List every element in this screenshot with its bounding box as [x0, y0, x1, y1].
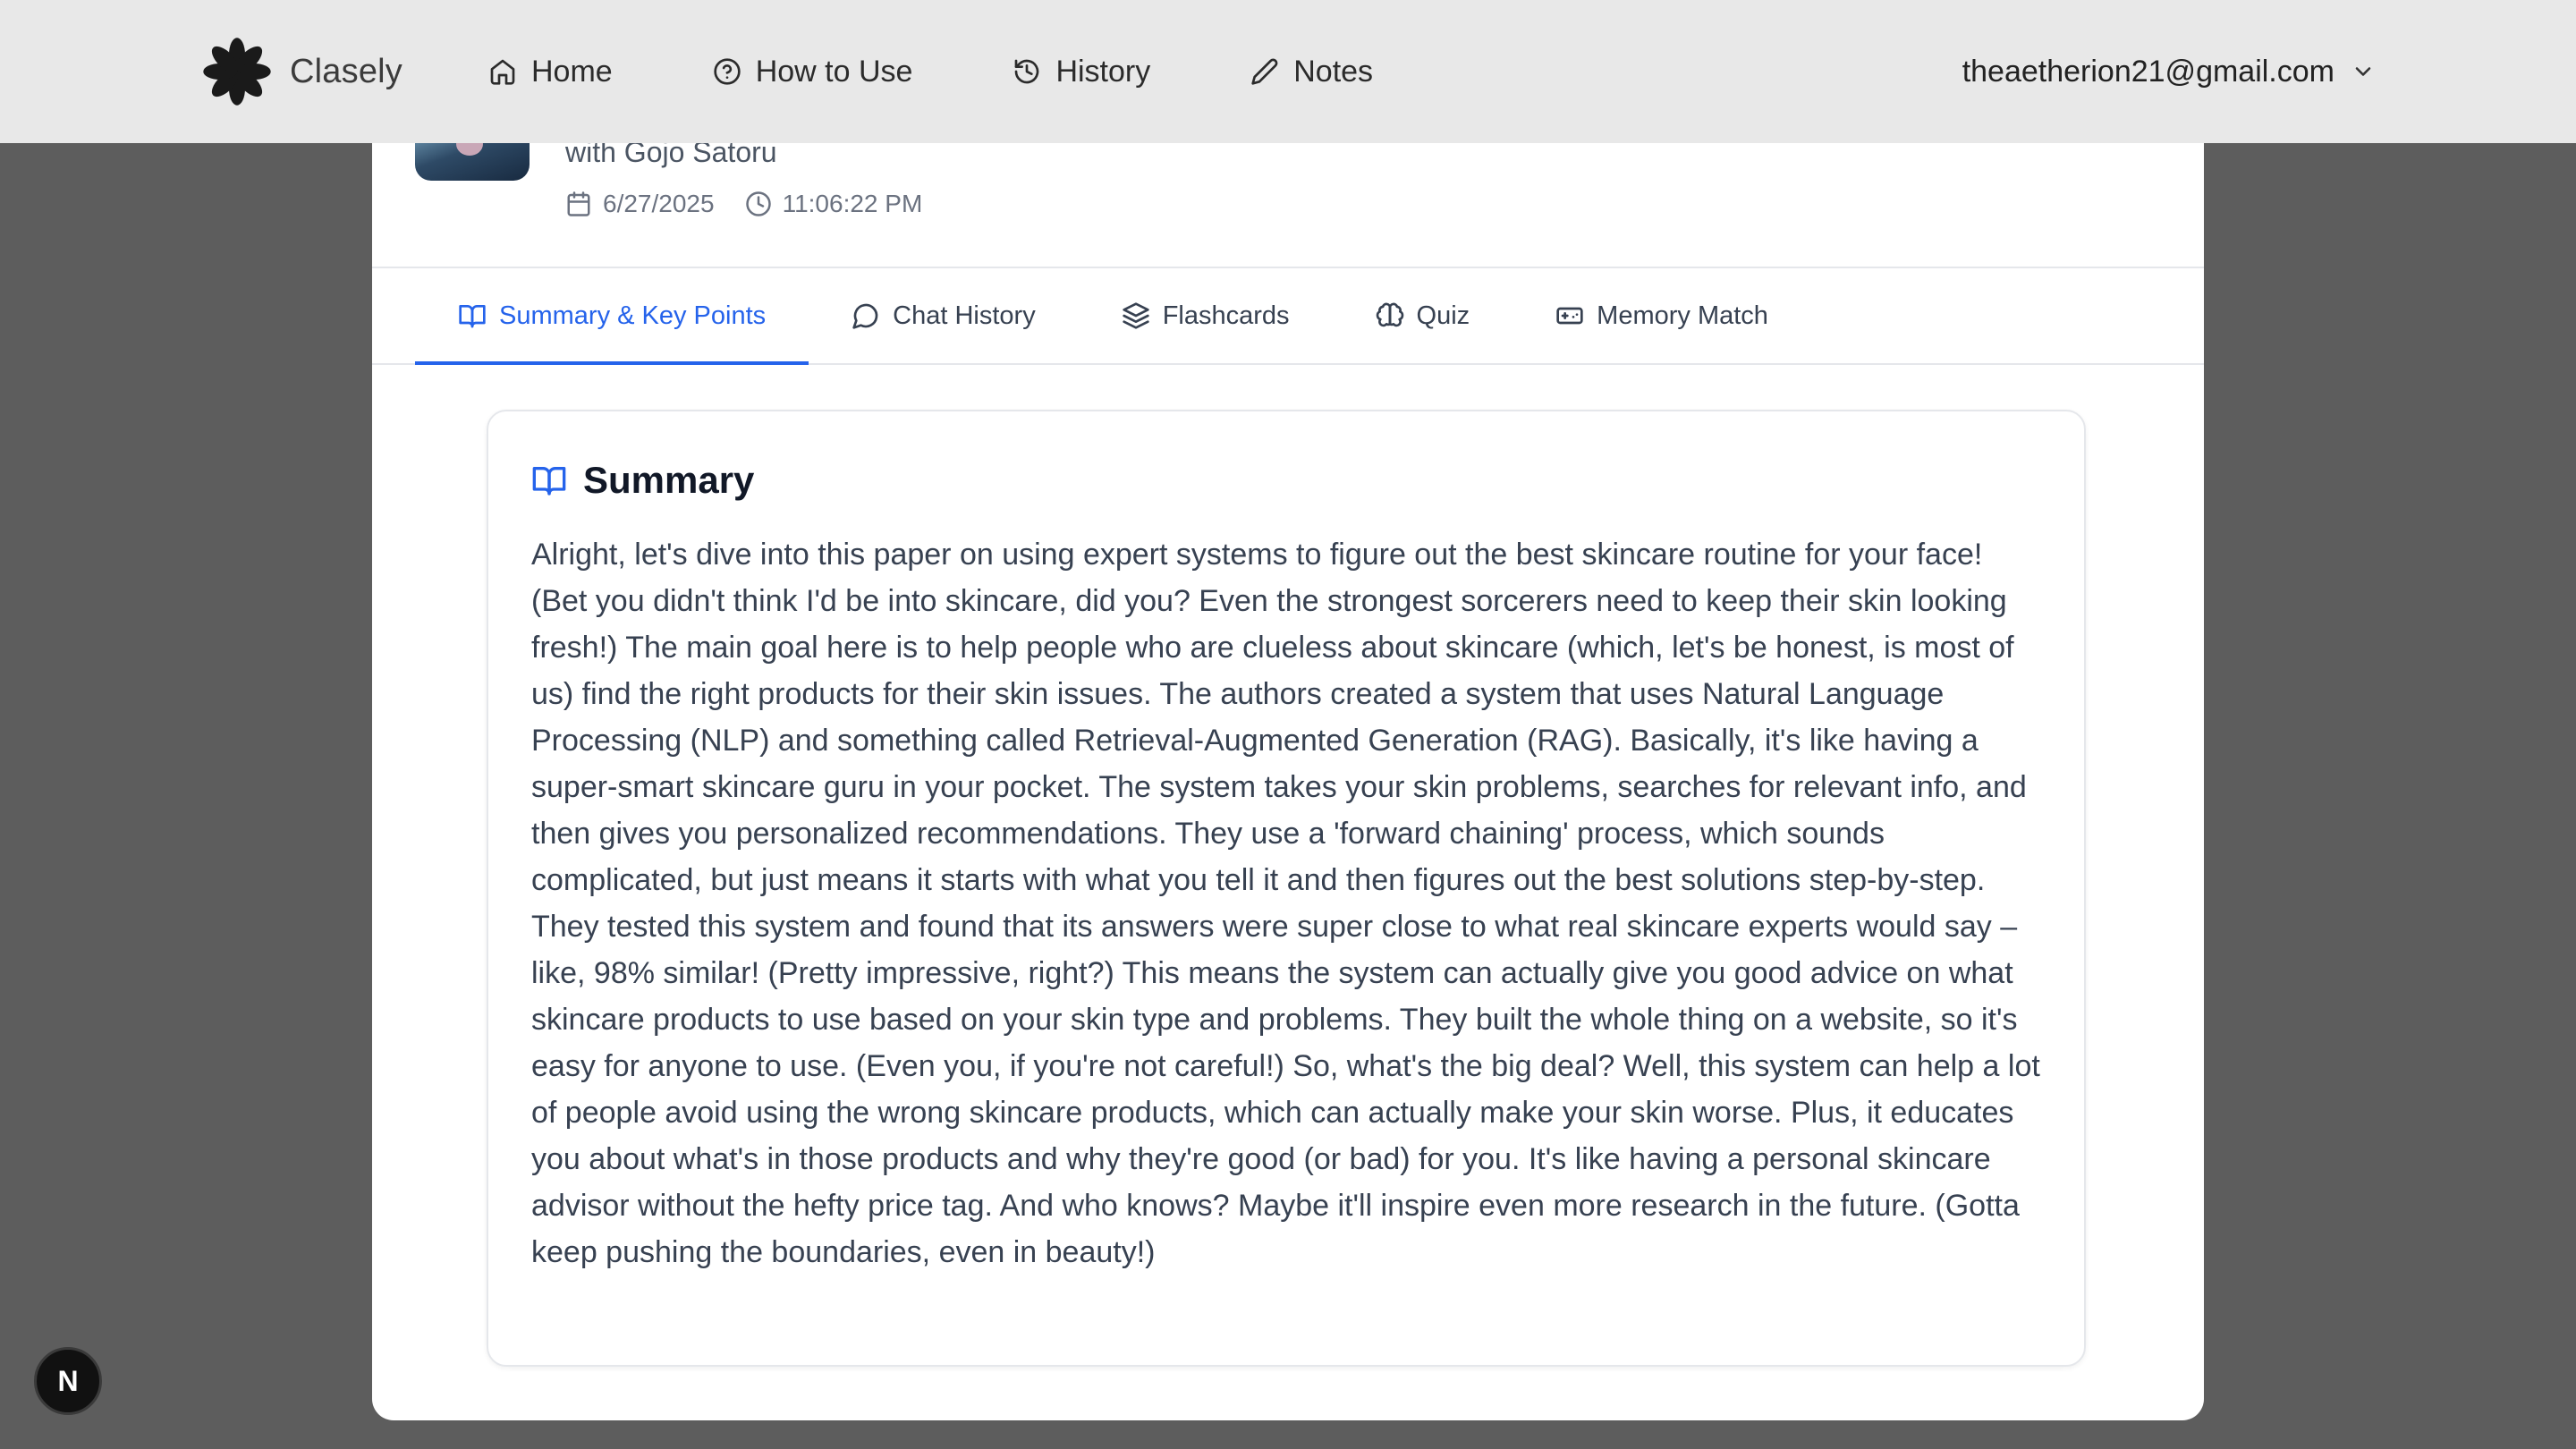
- history-icon: [1015, 59, 1039, 84]
- calendar-icon: [567, 191, 590, 216]
- session-date-text: 6/27/2025: [603, 190, 715, 217]
- session-meta: 6/27/2025 11:06:22 PM: [565, 190, 922, 218]
- nav-how-to-use[interactable]: How to Use: [713, 54, 913, 89]
- session-time: 11:06:22 PM: [745, 190, 923, 218]
- nav-links: Home How to Use History Notes: [488, 55, 1373, 89]
- brand-link[interactable]: Clasely: [200, 35, 402, 108]
- account-email: theaetherion21@gmail.com: [1962, 54, 2334, 89]
- brain-icon: [1376, 302, 1403, 327]
- gamepad-icon: [1556, 307, 1583, 325]
- tab-flashcards[interactable]: Flashcards: [1079, 268, 1333, 363]
- session-card: with Gojo Satoru 6/27/2025 11:06:22 PM S…: [372, 54, 2204, 1420]
- book-open-icon: [532, 467, 566, 496]
- tab-label: Chat History: [893, 301, 1036, 330]
- tab-label: Memory Match: [1597, 301, 1768, 330]
- summary-title: Summary: [583, 459, 755, 501]
- asterisk-flower-logo-icon: [203, 38, 271, 106]
- tab-chat-history[interactable]: Chat History: [809, 268, 1079, 363]
- tab-summary[interactable]: Summary & Key Points: [415, 268, 809, 365]
- chevron-down-icon: [2355, 67, 2371, 76]
- account-menu[interactable]: theaetherion21@gmail.com: [1962, 55, 2376, 89]
- summary-header: Summary: [531, 456, 2041, 504]
- nav-label: Home: [531, 54, 613, 89]
- home-icon: [490, 59, 515, 85]
- nav-history[interactable]: History: [1013, 55, 1150, 89]
- book-open-icon: [459, 305, 486, 328]
- nav-home[interactable]: Home: [488, 55, 613, 89]
- nav-notes[interactable]: Notes: [1250, 55, 1373, 89]
- tab-memory-match[interactable]: Memory Match: [1513, 268, 1811, 363]
- nav-label: History: [1055, 54, 1151, 89]
- session-time-text: 11:06:22 PM: [782, 190, 923, 217]
- message-circle-icon: [852, 303, 878, 329]
- tab-label: Summary & Key Points: [499, 301, 767, 330]
- help-circle-icon: [714, 58, 741, 85]
- clock-icon: [745, 191, 771, 216]
- brand-name: Clasely: [290, 52, 402, 90]
- dev-tools-badge[interactable]: N: [34, 1347, 102, 1415]
- tab-label: Flashcards: [1162, 301, 1290, 330]
- pencil-icon: [1251, 58, 1278, 85]
- layers-icon: [1123, 302, 1149, 329]
- tab-label: Quiz: [1416, 301, 1470, 330]
- summary-panel: Summary Alright, let's dive into this pa…: [487, 410, 2086, 1367]
- tab-quiz[interactable]: Quiz: [1333, 268, 1513, 363]
- session-date: 6/27/2025: [565, 190, 715, 218]
- nav-label: How to Use: [755, 54, 913, 89]
- summary-text: Alright, let's dive into this paper on u…: [531, 538, 2040, 1269]
- top-navigation: Clasely Home How to Use History Notes th…: [0, 0, 2576, 143]
- nav-label: Notes: [1293, 54, 1374, 89]
- tab-bar: Summary & Key Points Chat History Flashc…: [372, 268, 2204, 365]
- dev-badge-label: N: [57, 1364, 79, 1397]
